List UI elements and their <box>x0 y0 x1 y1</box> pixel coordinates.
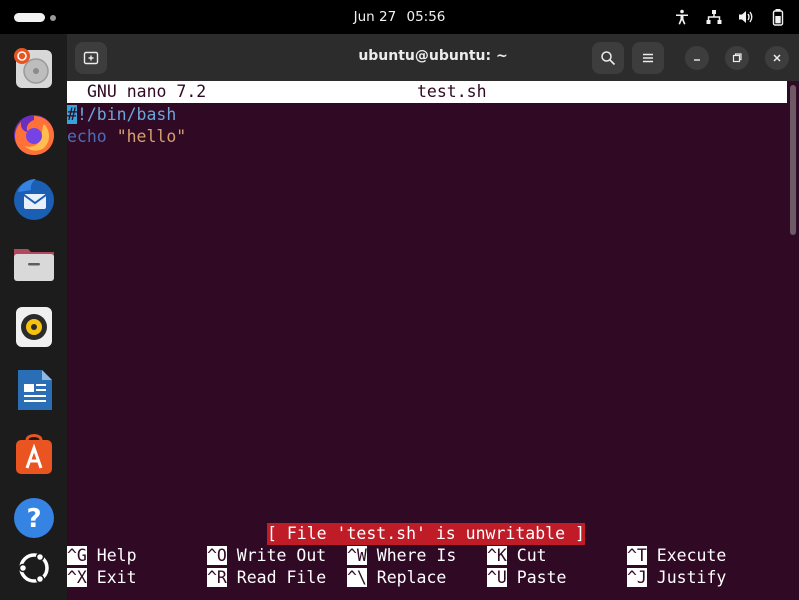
shortcut-label: Cut <box>506 546 547 565</box>
minimize-icon <box>694 59 700 61</box>
dock-item-app-center[interactable] <box>10 430 58 478</box>
shortcut-exit[interactable]: ^X Exit <box>67 567 137 589</box>
terminal-window: ubuntu@ubuntu: ~ GNU nano 7.2 test.sh #!… <box>67 34 799 600</box>
hamburger-icon <box>643 53 653 63</box>
svg-text:?: ? <box>26 504 41 534</box>
shortcut-execute[interactable]: ^T Execute <box>627 545 726 567</box>
shortcut-label: Help <box>86 546 137 565</box>
battery-icon[interactable] <box>769 8 787 26</box>
dock: ? <box>0 34 67 600</box>
system-tray[interactable] <box>673 8 787 26</box>
shortcut-key: ^\ <box>347 568 367 587</box>
new-tab-icon <box>83 51 99 65</box>
nano-filename: test.sh <box>417 82 487 101</box>
dock-item-writer[interactable] <box>10 366 58 414</box>
echo-space <box>107 127 117 146</box>
shortcut-key: ^G <box>67 546 87 565</box>
terminal-scrollbar[interactable] <box>790 85 796 235</box>
search-icon <box>601 51 616 66</box>
close-button[interactable] <box>765 46 789 70</box>
accessibility-icon[interactable] <box>673 8 691 26</box>
shebang-text: !/bin/bash <box>76 105 177 124</box>
shortcut-key: ^U <box>487 568 507 587</box>
nano-version: GNU nano 7.2 <box>87 82 207 101</box>
nano-title-bar: GNU nano 7.2 test.sh <box>67 81 787 103</box>
shortcut-justify[interactable]: ^J Justify <box>627 567 726 589</box>
window-titlebar[interactable]: ubuntu@ubuntu: ~ <box>67 34 799 81</box>
echo-keyword: echo <box>67 127 107 146</box>
menu-button[interactable] <box>632 42 664 74</box>
restore-icon <box>732 53 742 63</box>
search-button[interactable] <box>592 42 624 74</box>
shortcut-write-out[interactable]: ^O Write Out <box>207 545 326 567</box>
shortcut-key: ^W <box>347 546 367 565</box>
dock-item-rhythmbox[interactable] <box>10 302 58 350</box>
shortcut-cut[interactable]: ^K Cut <box>487 545 547 567</box>
dock-item-show-apps[interactable] <box>10 544 58 592</box>
help-icon: ? <box>14 498 54 538</box>
shortcut-label: Paste <box>506 568 567 587</box>
editor-line-2[interactable]: echo "hello" <box>67 126 186 148</box>
dock-item-files[interactable] <box>10 239 58 287</box>
app-center-icon <box>16 434 52 474</box>
shortcut-label: Replace <box>366 568 447 587</box>
shortcut-label: Read File <box>226 568 327 587</box>
show-apps-icon <box>18 552 49 584</box>
terminal-body[interactable]: GNU nano 7.2 test.sh #!/bin/bash echo "h… <box>67 81 799 600</box>
echo-string: "hello" <box>116 127 187 146</box>
minimize-button[interactable] <box>685 46 709 70</box>
maximize-button[interactable] <box>725 46 749 70</box>
shortcut-key: ^K <box>487 546 507 565</box>
text-cursor: # <box>67 105 77 124</box>
shortcut-where-is[interactable]: ^W Where Is <box>347 545 456 567</box>
disk-usage-icon <box>14 48 52 88</box>
shortcut-paste[interactable]: ^U Paste <box>487 567 566 589</box>
shortcut-replace[interactable]: ^\ Replace <box>347 567 446 589</box>
rhythmbox-icon <box>16 307 52 347</box>
desktop-screen: Jun 27 05:56 ? ubuntu@ubuntu: ~ GNU nano… <box>0 0 799 600</box>
close-icon <box>773 54 781 62</box>
dock-item-disk-usage[interactable] <box>10 44 58 92</box>
shortcut-key: ^T <box>627 546 647 565</box>
shortcut-label: Write Out <box>226 546 327 565</box>
shortcut-label: Where Is <box>366 546 457 565</box>
editor-line-1[interactable]: #!/bin/bash <box>67 104 176 126</box>
firefox-icon <box>14 115 54 155</box>
status-message: [ File 'test.sh' is unwritable ] <box>267 523 585 545</box>
new-tab-button[interactable] <box>75 42 107 74</box>
shortcut-help[interactable]: ^G Help <box>67 545 137 567</box>
thunderbird-icon <box>14 179 54 220</box>
clock-date: Jun 27 <box>353 9 397 25</box>
shortcut-key: ^J <box>627 568 647 587</box>
volume-icon[interactable] <box>737 8 755 26</box>
clock-time: 05:56 <box>406 9 446 25</box>
libreoffice-writer-icon <box>18 370 52 410</box>
shortcut-label: Execute <box>646 546 727 565</box>
shortcut-key: ^O <box>207 546 227 565</box>
dock-item-thunderbird[interactable] <box>10 174 58 222</box>
shortcut-label: Exit <box>86 568 137 587</box>
shortcut-key: ^R <box>207 568 227 587</box>
files-icon <box>14 249 54 281</box>
shortcut-read-file[interactable]: ^R Read File <box>207 567 326 589</box>
network-icon[interactable] <box>705 8 723 26</box>
dock-item-firefox[interactable] <box>10 110 58 158</box>
dock-item-help[interactable]: ? <box>10 494 58 542</box>
top-bar: Jun 27 05:56 <box>0 0 799 34</box>
shortcut-key: ^X <box>67 568 87 587</box>
shortcut-label: Justify <box>646 568 727 587</box>
